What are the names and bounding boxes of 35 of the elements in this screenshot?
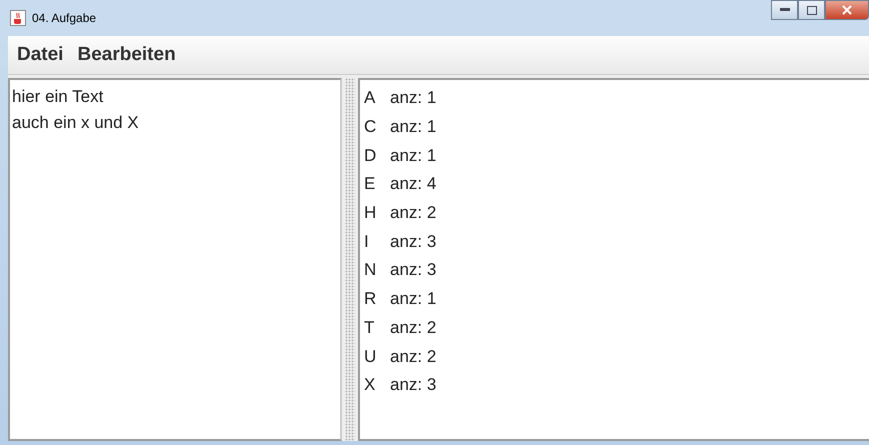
minimize-button[interactable] xyxy=(771,0,798,20)
letter-label: A xyxy=(364,88,376,108)
menu-item[interactable]: Datei xyxy=(12,44,68,66)
close-icon xyxy=(842,5,852,15)
letter-label: N xyxy=(364,260,378,280)
letter-label: X xyxy=(364,375,376,396)
count-label: anz: 4 xyxy=(390,174,436,194)
count-label: anz: 2 xyxy=(390,318,436,338)
count-label: anz: 2 xyxy=(390,203,436,224)
count-label: anz: 3 xyxy=(390,232,436,252)
letter-label: R xyxy=(364,289,378,310)
maximize-button[interactable] xyxy=(798,0,825,20)
text-area[interactable]: hier ein Text auch ein x und X xyxy=(8,78,342,441)
letter-label: I xyxy=(364,232,370,252)
letter-label: D xyxy=(364,146,378,166)
window-title: 04. Aufgabe xyxy=(32,11,96,25)
menu-item[interactable]: Bearbeiten xyxy=(72,44,181,66)
letter-label: H xyxy=(364,203,378,224)
letter-label: U xyxy=(364,346,378,367)
text-line: hier ein Text xyxy=(12,86,104,108)
count-label: anz: 3 xyxy=(390,375,436,396)
letter-label: T xyxy=(364,318,376,338)
count-label: anz: 1 xyxy=(390,146,436,166)
count-label: anz: 3 xyxy=(390,260,436,280)
count-label: anz: 1 xyxy=(390,117,436,138)
minimize-icon xyxy=(780,8,790,12)
letter-label: E xyxy=(364,174,376,194)
count-label: anz: 1 xyxy=(390,289,436,310)
maximize-icon xyxy=(806,6,816,14)
count-label: anz: 1 xyxy=(390,88,436,108)
count-label: anz: 2 xyxy=(390,346,436,367)
letter-label: C xyxy=(364,117,378,138)
text-line: auch ein x und X xyxy=(12,112,140,134)
java-cup-icon xyxy=(10,10,26,26)
close-button[interactable] xyxy=(825,0,869,20)
